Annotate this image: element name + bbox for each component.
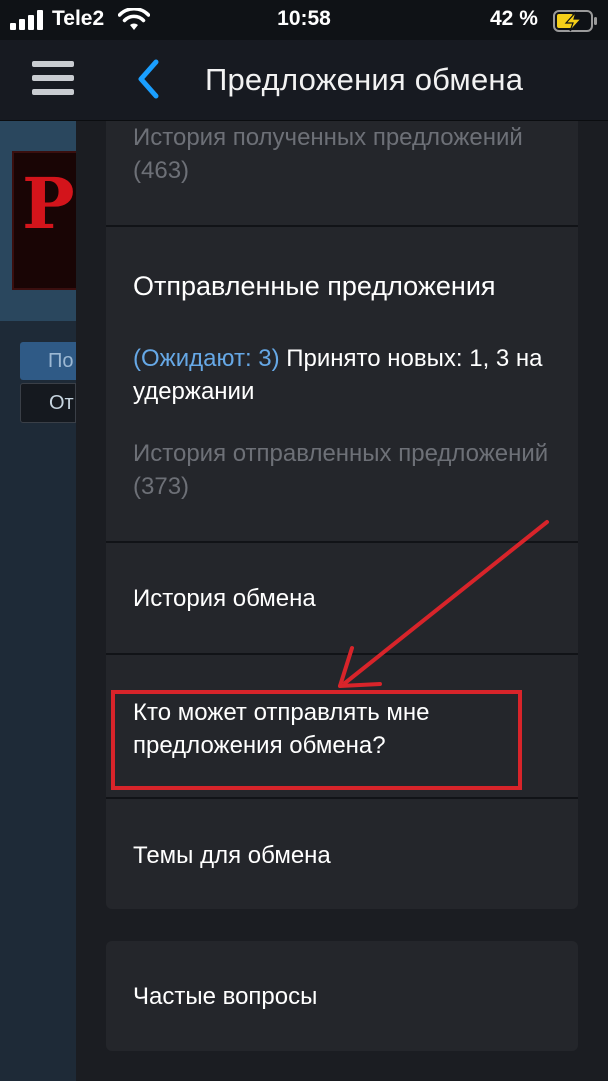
- trade-topics-link[interactable]: Темы для обмена: [133, 839, 563, 872]
- highlight-box: [111, 690, 522, 790]
- divider: [106, 541, 578, 543]
- background-tab-1[interactable]: По: [20, 342, 76, 380]
- sent-offers-status: (Ожидают: 3) Принято новых: 1, 3 на удер…: [133, 342, 563, 408]
- battery-charging-icon: [553, 10, 597, 32]
- page-title: Предложения обмена: [205, 62, 524, 97]
- background-content: [0, 321, 76, 1081]
- back-chevron-icon[interactable]: [134, 58, 164, 100]
- sent-history-link[interactable]: История отправленных предложений (373): [133, 437, 563, 503]
- menu-icon[interactable]: [32, 58, 74, 98]
- faq-link[interactable]: Частые вопросы: [133, 980, 563, 1013]
- divider: [106, 797, 578, 799]
- trade-menu-card: [106, 121, 578, 909]
- avatar-logo: P: [22, 162, 75, 245]
- divider: [106, 225, 578, 227]
- divider: [106, 653, 578, 655]
- trade-history-link[interactable]: История обмена: [133, 582, 563, 615]
- battery-percent: 42 %: [490, 7, 538, 30]
- status-bar: Tele2 10:58 42 %: [0, 0, 608, 40]
- pending-count-link[interactable]: (Ожидают: 3): [133, 345, 280, 372]
- sent-offers-title[interactable]: Отправленные предложения: [133, 267, 563, 305]
- received-history-link[interactable]: История полученных предложений (463): [133, 121, 563, 187]
- app-header: Предложения обмена: [0, 40, 608, 121]
- background-tab-2[interactable]: От: [20, 383, 76, 423]
- avatar: P: [12, 151, 80, 290]
